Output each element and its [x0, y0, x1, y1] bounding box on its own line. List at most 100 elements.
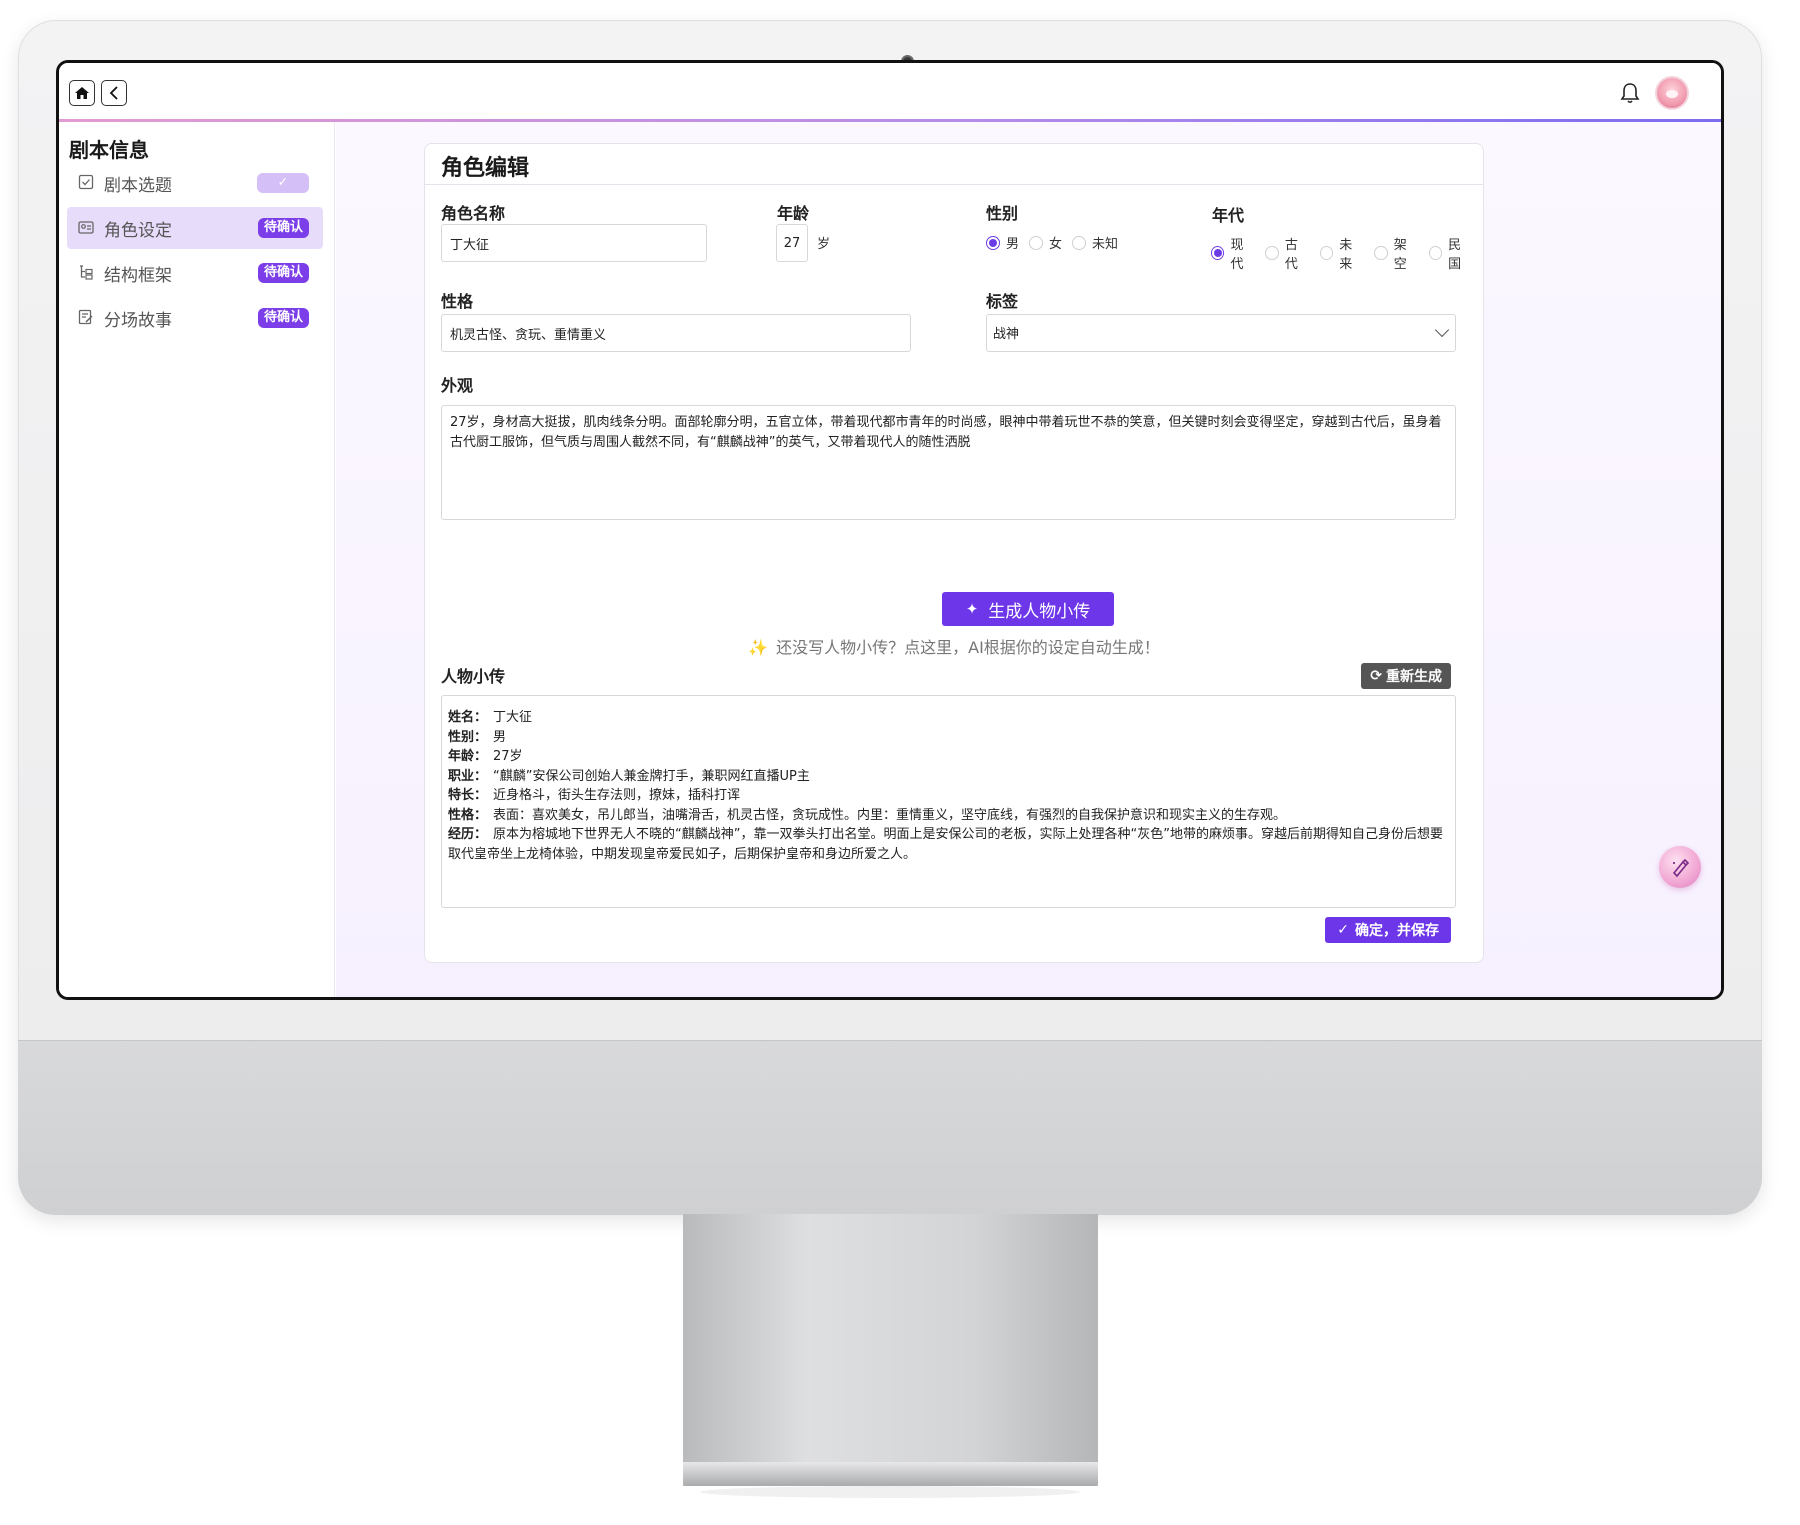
generate-bio-button[interactable]: ✦ 生成人物小传 [942, 592, 1114, 626]
bio-value: 近身格斗，街头生存法则，撩妹，插科打诨 [493, 788, 741, 803]
save-button[interactable]: ✓ 确定，并保存 [1325, 917, 1451, 943]
structure-icon [77, 264, 95, 282]
gender-option-female[interactable]: 女 [1029, 233, 1062, 252]
generate-bio-label: 生成人物小传 [988, 601, 1091, 622]
bio-line-occupation: 职业： “麒麟”安保公司创始人兼金牌打手，兼职网红直播UP主 [448, 767, 1449, 787]
generate-hint: ✨ 还没写人物小传？点这里，AI根据你的设定自动生成！ [425, 634, 1483, 658]
radio-button[interactable] [986, 235, 1000, 250]
status-badge: ✓ [257, 173, 309, 193]
sidebar-item-structure[interactable]: 结构框架 待确认 [67, 252, 323, 294]
gender-label: 性别 [986, 204, 1019, 223]
era-label: 年代 [1212, 206, 1245, 225]
appearance-textarea[interactable]: 27岁，身材高大挺拔，肌肉线条分明。面部轮廓分明，五官立体，带着现代都市青年的时… [441, 405, 1456, 520]
magic-star-icon: ✦ [965, 600, 979, 618]
radio-label: 女 [1049, 237, 1063, 252]
screen: 剧本信息 剧本选题 ✓ 角色设定 待确认 结构框架 待确认 分场故事 待确认 角… [56, 60, 1724, 1000]
radio-label: 未知 [1092, 237, 1119, 252]
monitor-chin [18, 1040, 1762, 1215]
top-bar [59, 63, 1721, 121]
home-icon[interactable] [69, 80, 95, 106]
personality-label: 性格 [441, 292, 474, 311]
sidebar: 剧本信息 剧本选题 ✓ 角色设定 待确认 结构框架 待确认 分场故事 待确认 [59, 122, 335, 997]
regenerate-label: 重新生成 [1386, 669, 1442, 685]
scene-edit-icon [77, 309, 95, 327]
card-header: 角色编辑 [425, 144, 1483, 185]
bell-icon[interactable] [1619, 81, 1641, 105]
name-label: 角色名称 [441, 204, 506, 223]
bio-key: 年龄： [448, 749, 488, 764]
avatar[interactable] [1655, 76, 1689, 110]
radio-button[interactable] [1211, 246, 1225, 260]
radio-button[interactable] [1072, 235, 1087, 250]
bio-key: 特长： [448, 788, 488, 803]
radio-button[interactable] [1319, 246, 1334, 260]
era-option-republic[interactable]: 民国 [1428, 234, 1473, 272]
personality-value: 机灵古怪、贪玩、重情重义 [450, 327, 607, 343]
radio-button[interactable] [1265, 246, 1279, 260]
radio-label: 现代 [1230, 238, 1244, 272]
character-icon [77, 219, 95, 237]
chevron-down-icon [1434, 322, 1450, 338]
gender-option-male[interactable]: 男 [986, 233, 1019, 252]
radio-label: 架空 [1393, 238, 1407, 272]
age-label: 年龄 [777, 204, 810, 223]
sidebar-item-label: 结构框架 [104, 265, 172, 286]
bio-value: 丁大征 [493, 710, 533, 725]
era-option-future[interactable]: 未来 [1319, 234, 1364, 272]
bio-value: “麒麟”安保公司创始人兼金牌打手，兼职网红直播UP主 [493, 768, 810, 784]
hint-text: 还没写人物小传？点这里，AI根据你的设定自动生成！ [776, 638, 1160, 657]
regenerate-button[interactable]: ⟳ 重新生成 [1361, 663, 1451, 689]
character-edit-card: 角色编辑 角色名称 丁大征 年龄 27 岁 性别 男 女 未知 年代 现代 古代… [424, 143, 1484, 963]
radio-label: 古代 [1284, 238, 1298, 272]
back-icon[interactable] [101, 80, 127, 106]
radio-button[interactable] [1029, 235, 1044, 250]
personality-field[interactable]: 机灵古怪、贪玩、重情重义 [441, 314, 911, 352]
sidebar-item-character[interactable]: 角色设定 待确认 [67, 207, 323, 249]
sidebar-item-topic[interactable]: 剧本选题 ✓ [67, 162, 323, 204]
bio-line-name: 姓名： 丁大征 [448, 708, 1449, 728]
ai-assistant-icon[interactable] [1659, 846, 1701, 888]
monitor-stand-base [683, 1462, 1098, 1486]
gender-radio-group: 男 女 未知 [986, 233, 1128, 252]
sparkle-icon: ✨ [748, 638, 769, 657]
sidebar-item-label: 角色设定 [104, 220, 172, 241]
bio-value: 男 [493, 729, 507, 745]
bio-line-skills: 特长： 近身格斗，街头生存法则，撩妹，插科打诨 [448, 786, 1449, 806]
radio-label: 男 [1006, 237, 1020, 252]
status-badge: 待确认 [257, 218, 309, 238]
bio-line-gender: 性别： 男 [448, 728, 1449, 748]
checklist-icon [77, 174, 95, 192]
radio-button[interactable] [1374, 246, 1388, 260]
age-field[interactable]: 27 [776, 224, 808, 262]
era-radio-group: 现代 古代 未来 架空 民国 [1211, 234, 1483, 272]
bio-key: 性格： [448, 807, 488, 823]
era-option-fictional[interactable]: 架空 [1374, 234, 1418, 272]
bio-key: 姓名： [448, 710, 488, 725]
radio-button[interactable] [1428, 246, 1443, 260]
appearance-value: 27岁，身材高大挺拔，肌肉线条分明。面部轮廓分明，五官立体，带着现代都市青年的时… [450, 415, 1442, 450]
bio-textarea[interactable]: 姓名： 丁大征 性别： 男 年龄： 27岁 职业： “麒麟”安保公司创始人兼金牌打手，兼… [441, 695, 1456, 908]
bio-value: 原本为榕城地下世界无人不晓的“麒麟战神”，靠一双拳头打出名堂。明面上是安保公司的… [448, 827, 1443, 862]
save-label: 确定，并保存 [1355, 923, 1439, 939]
bio-value: 表面：喜欢美女，吊儿郎当，油嘴滑舌，机灵古怪，贪玩成性。内里：重情重义，坚守底线… [493, 807, 1287, 823]
era-option-modern[interactable]: 现代 [1211, 234, 1255, 272]
appearance-label: 外观 [441, 376, 474, 395]
stand-shadow [700, 1486, 1080, 1498]
bio-label: 人物小传 [441, 667, 506, 686]
bio-line-personality: 性格： 表面：喜欢美女，吊儿郎当，油嘴滑舌，机灵古怪，贪玩成性。内里：重情重义，坚… [448, 806, 1449, 826]
bio-key: 性别： [448, 729, 488, 745]
bio-key: 职业： [448, 768, 488, 784]
gender-option-unknown[interactable]: 未知 [1072, 233, 1118, 252]
sidebar-title: 剧本信息 [69, 138, 149, 162]
tags-value: 战神 [993, 327, 1020, 342]
bio-line-age: 年龄： 27岁 [448, 747, 1449, 767]
tags-select[interactable]: 战神 [986, 314, 1456, 352]
era-option-ancient[interactable]: 古代 [1265, 234, 1309, 272]
refresh-icon: ⟳ [1370, 668, 1382, 684]
name-field[interactable]: 丁大征 [441, 224, 707, 262]
radio-label: 未来 [1339, 238, 1353, 272]
bio-value: 27岁 [493, 749, 523, 764]
check-icon: ✓ [1337, 922, 1349, 938]
bio-line-history: 经历： 原本为榕城地下世界无人不晓的“麒麟战神”，靠一双拳头打出名堂。明面上是安保… [448, 825, 1449, 864]
sidebar-item-scenes[interactable]: 分场故事 待确认 [67, 297, 323, 339]
